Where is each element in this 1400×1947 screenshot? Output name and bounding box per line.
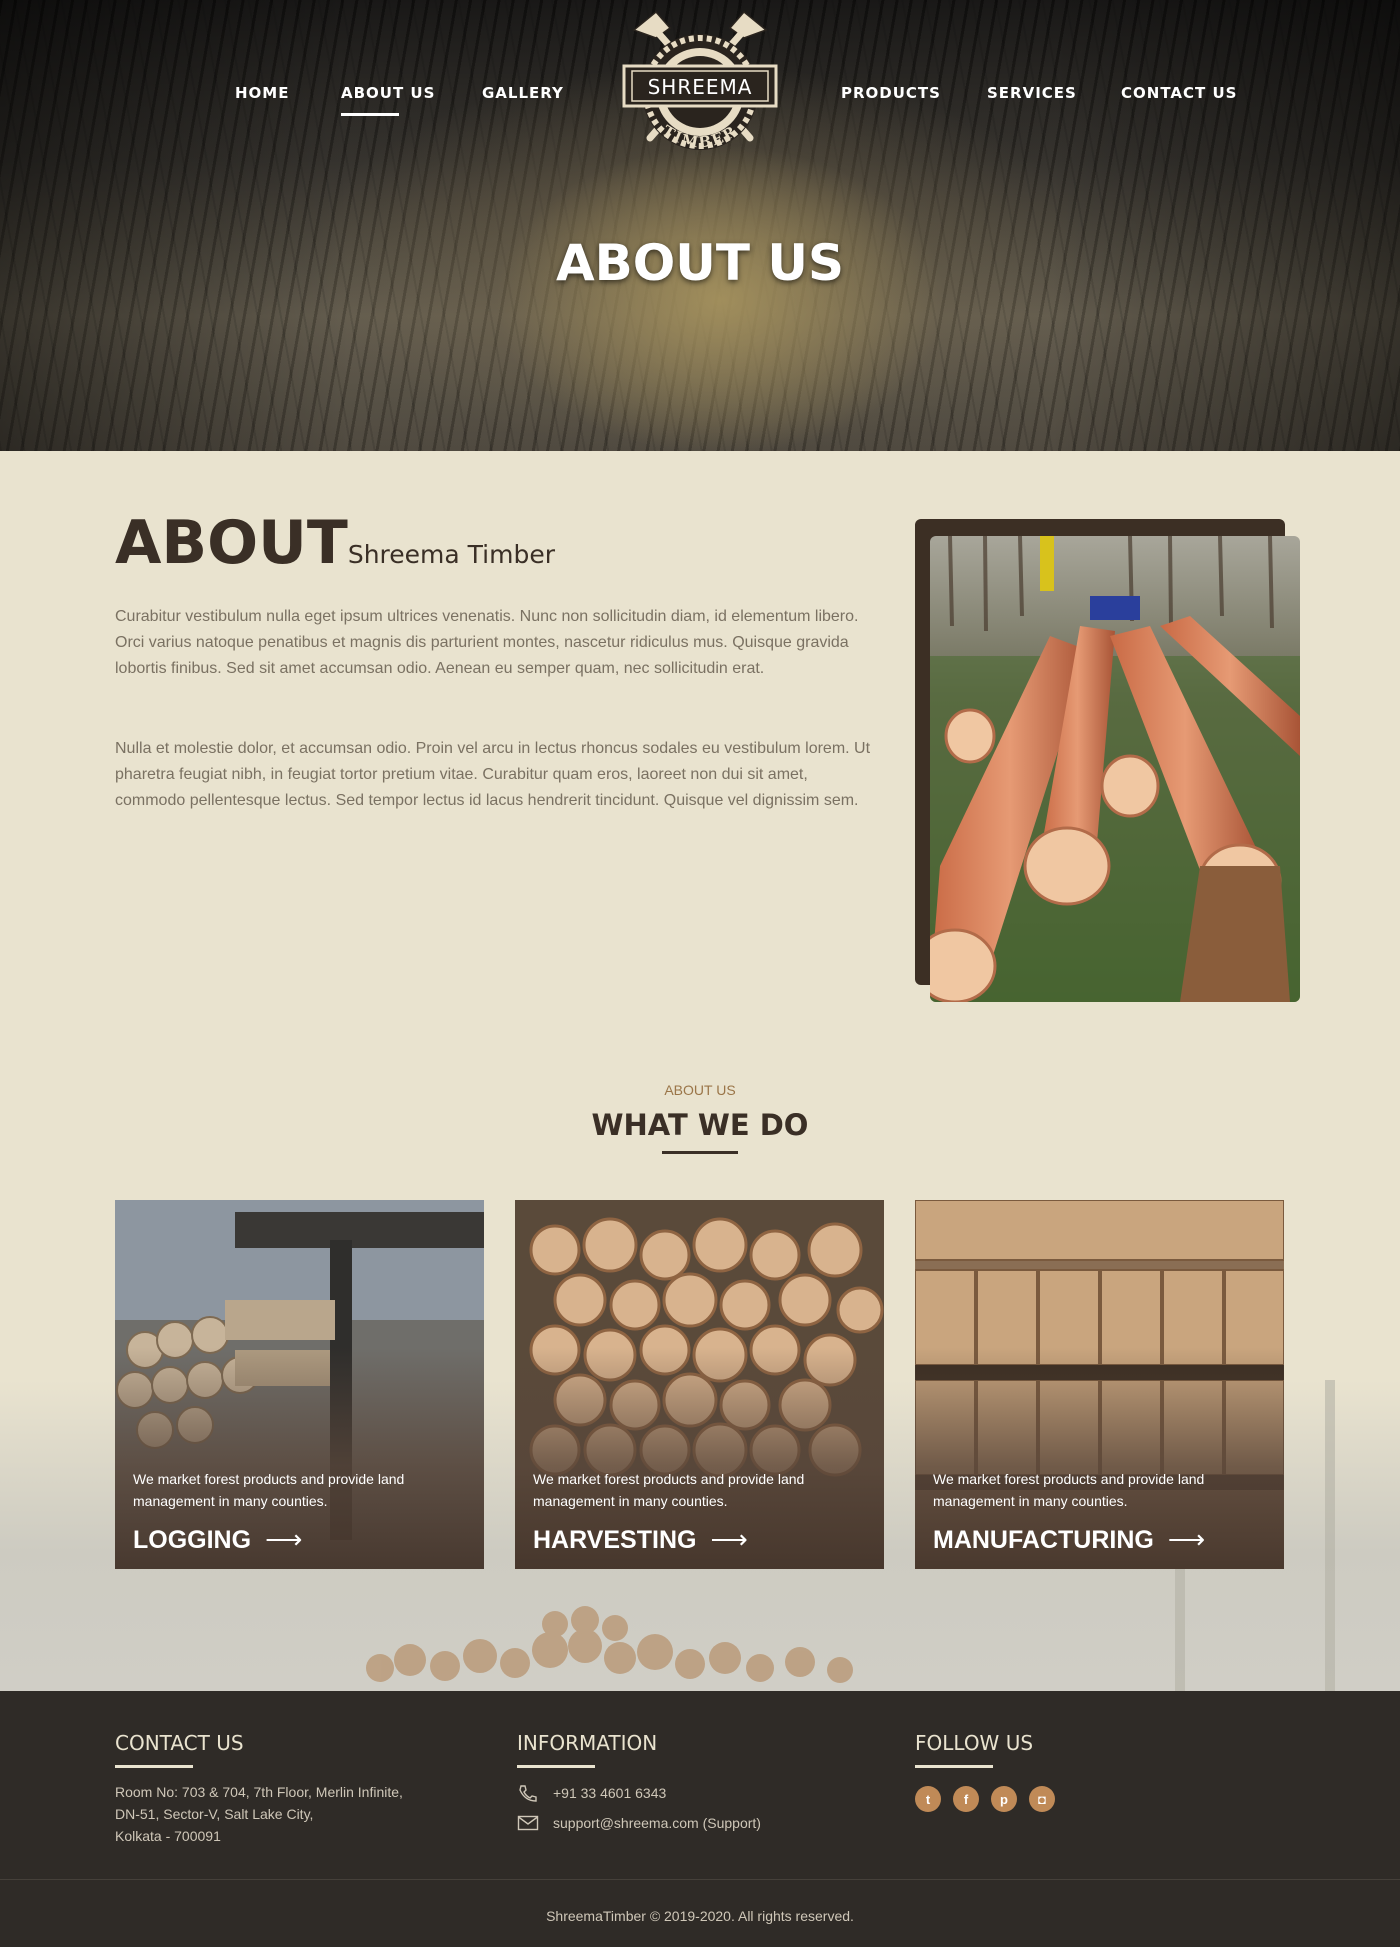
footer-address: Room No: 703 & 704, 7th Floor, Merlin In… xyxy=(115,1781,403,1847)
footer-contact-heading: CONTACT US xyxy=(115,1731,244,1755)
about-heading: ABOUTShreema Timber xyxy=(115,508,555,578)
footer-information-heading: INFORMATION xyxy=(517,1731,658,1755)
card-title: MANUFACTURING ⟶ xyxy=(933,1524,1205,1555)
about-paragraph-2: Nulla et molestie dolor, et accumsan odi… xyxy=(115,740,871,809)
about-title-small: Shreema Timber xyxy=(347,540,555,569)
nav-products[interactable]: PRODUCTS xyxy=(841,84,941,102)
card-description: We market forest products and provide la… xyxy=(933,1471,1205,1509)
address-line: Room No: 703 & 704, 7th Floor, Merlin In… xyxy=(115,1784,403,1800)
nav-services[interactable]: SERVICES xyxy=(987,84,1077,102)
card-title-text: HARVESTING xyxy=(533,1526,697,1554)
card-title: HARVESTING ⟶ xyxy=(533,1524,748,1555)
footer-divider xyxy=(0,1879,1400,1880)
nav-about-us[interactable]: ABOUT US xyxy=(341,84,435,116)
card-description: We market forest products and provide la… xyxy=(533,1471,805,1509)
section-eyebrow: ABOUT US xyxy=(664,1082,736,1098)
card-description: We market forest products and provide la… xyxy=(133,1471,405,1509)
section-title: WHAT WE DO xyxy=(591,1108,809,1142)
twitter-icon[interactable]: t xyxy=(915,1786,941,1812)
footer-information: INFORMATION +91 33 4601 6343 support@shr… xyxy=(517,1731,761,1832)
pinterest-icon[interactable]: p xyxy=(991,1786,1017,1812)
address-line: DN-51, Sector-V, Salt Lake City, xyxy=(115,1806,314,1822)
arrow-right-icon[interactable]: ⟶ xyxy=(710,1524,747,1554)
phone-icon xyxy=(519,1785,537,1802)
nav-gallery[interactable]: GALLERY xyxy=(482,84,564,102)
phone-number[interactable]: +91 33 4601 6343 xyxy=(553,1785,666,1801)
about-paragraph-1: Curabitur vestibulum nulla eget ipsum ul… xyxy=(115,608,859,677)
arrow-right-icon[interactable]: ⟶ xyxy=(265,1524,302,1554)
nav-home[interactable]: HOME xyxy=(235,84,289,102)
site-logo[interactable]: SHREEMA TIMBER xyxy=(612,8,788,168)
service-card-manufacturing[interactable]: We market forest products and provide la… xyxy=(915,1200,1284,1569)
mail-icon xyxy=(517,1815,539,1831)
footer-heading-underline xyxy=(915,1765,993,1768)
email-address[interactable]: support@shreema.com (Support) xyxy=(553,1815,761,1831)
copyright-text: ShreemaTimber © 2019-2020. All rights re… xyxy=(546,1908,854,1924)
footer-email[interactable]: support@shreema.com (Support) xyxy=(517,1814,761,1832)
address-line: Kolkata - 700091 xyxy=(115,1828,221,1844)
card-title: LOGGING ⟶ xyxy=(133,1524,302,1555)
section-underline xyxy=(662,1151,738,1154)
card-title-text: LOGGING xyxy=(133,1526,252,1554)
footer-phone[interactable]: +91 33 4601 6343 xyxy=(517,1784,761,1802)
facebook-icon[interactable]: f xyxy=(953,1786,979,1812)
logs-photo xyxy=(930,536,1300,1002)
nav-contact-us[interactable]: CONTACT US xyxy=(1121,84,1237,102)
arrow-right-icon[interactable]: ⟶ xyxy=(1168,1524,1205,1554)
footer-heading-underline xyxy=(517,1765,595,1768)
card-title-text: MANUFACTURING xyxy=(933,1526,1154,1554)
page-title: ABOUT US xyxy=(555,234,845,292)
social-links: t f p ◘ xyxy=(915,1786,1067,1812)
site-footer: CONTACT US Room No: 703 & 704, 7th Floor… xyxy=(0,1691,1400,1947)
footer-follow: FOLLOW US t f p ◘ xyxy=(915,1731,1067,1812)
service-card-logging[interactable]: We market forest products and provide la… xyxy=(115,1200,484,1569)
about-title-big: ABOUT xyxy=(115,508,348,578)
footer-heading-underline xyxy=(115,1765,193,1768)
footer-contact: CONTACT US Room No: 703 & 704, 7th Floor… xyxy=(115,1731,403,1847)
footer-follow-heading: FOLLOW US xyxy=(915,1731,1034,1755)
service-card-harvesting[interactable]: We market forest products and provide la… xyxy=(515,1200,884,1569)
logo-text: SHREEMA xyxy=(648,75,753,99)
instagram-icon[interactable]: ◘ xyxy=(1029,1786,1055,1812)
hero-banner: HOME ABOUT US GALLERY PRODUCTS SERVICES … xyxy=(0,0,1400,451)
